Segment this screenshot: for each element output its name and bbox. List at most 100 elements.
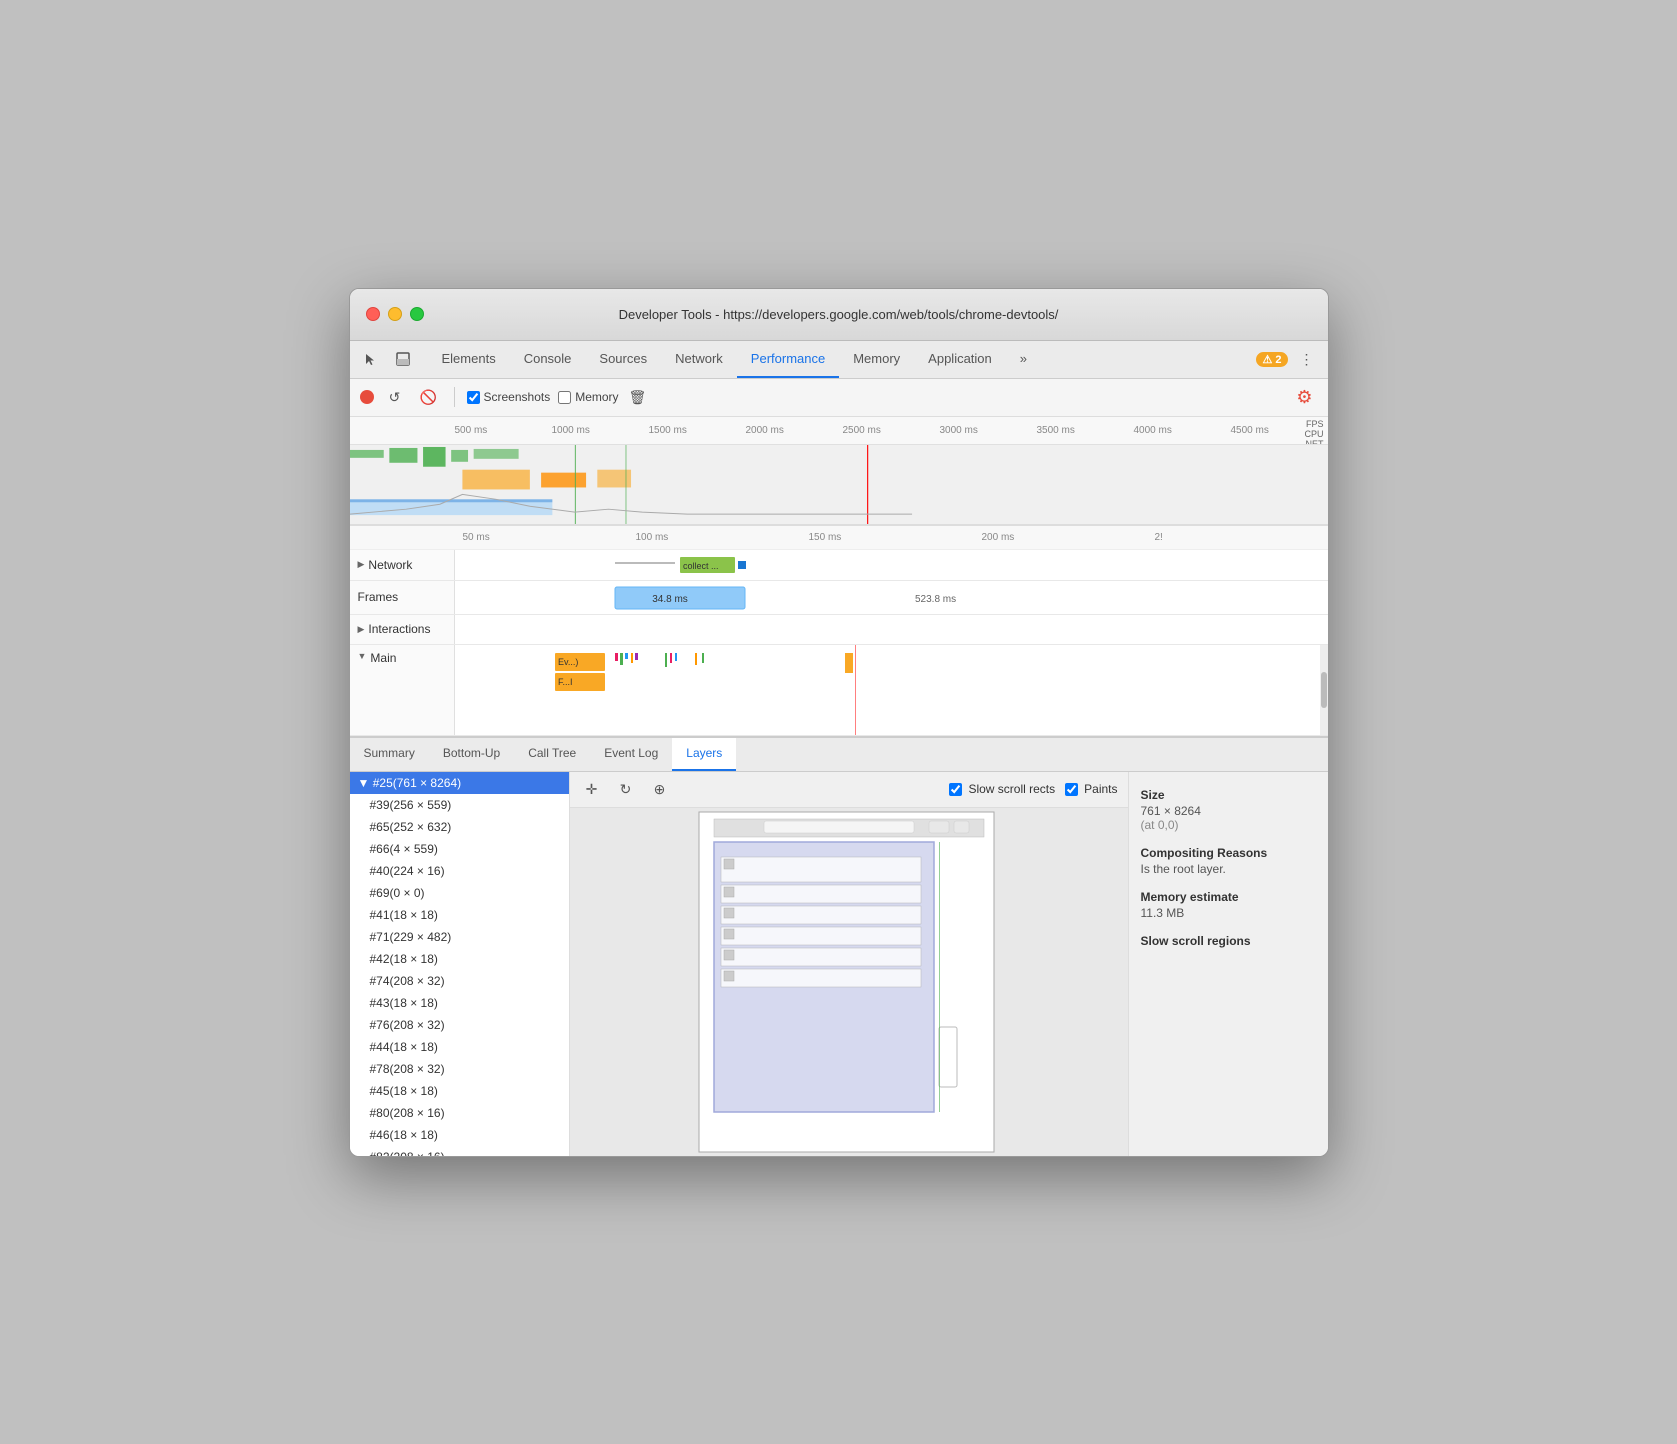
network-label: ▶ Network xyxy=(350,550,455,580)
svg-text:F...I: F...I xyxy=(558,677,573,687)
main-label: ▼ Main xyxy=(350,645,455,735)
ruler-end: 2! xyxy=(1155,532,1328,543)
more-options-icon[interactable]: ⋮ xyxy=(1294,346,1320,372)
network-track-content[interactable]: collect ... xyxy=(455,550,1328,580)
ruler-200ms: 200 ms xyxy=(982,532,1155,543)
settings-icon[interactable]: ⚙ xyxy=(1292,384,1318,410)
layer-item-71[interactable]: #71(229 × 482) xyxy=(350,926,569,948)
layer-item-40[interactable]: #40(224 × 16) xyxy=(350,860,569,882)
screenshots-checkbox[interactable] xyxy=(467,391,480,404)
tab-more[interactable]: » xyxy=(1006,341,1041,378)
memory-info: Memory estimate 11.3 MB xyxy=(1141,890,1316,920)
devtools-tab-bar: Elements Console Sources Network Perform… xyxy=(350,341,1328,379)
memory-value: 11.3 MB xyxy=(1141,906,1316,920)
tab-performance[interactable]: Performance xyxy=(737,341,839,378)
tab-bottom-up[interactable]: Bottom-Up xyxy=(429,738,514,771)
timeline-overview[interactable] xyxy=(350,445,1328,525)
screenshots-checkbox-label[interactable]: Screenshots xyxy=(467,390,551,404)
svg-text:523.8 ms: 523.8 ms xyxy=(915,594,956,605)
layers-svg xyxy=(689,808,1009,1156)
layer-item-76[interactable]: #76(208 × 32) xyxy=(350,1014,569,1036)
memory-checkbox[interactable] xyxy=(558,391,571,404)
layers-viewport: ✛ ↻ ⊕ Slow scroll rects Paints xyxy=(570,772,1128,1156)
layers-toolbar: ✛ ↻ ⊕ Slow scroll rects Paints xyxy=(570,772,1128,808)
ruler-100ms: 100 ms xyxy=(636,532,809,543)
frames-track-content[interactable]: 34.8 ms 523.8 ms xyxy=(455,581,1328,614)
frames-label: Frames xyxy=(350,581,455,614)
tab-network[interactable]: Network xyxy=(661,341,737,378)
toolbar-icons-left xyxy=(358,341,416,378)
main-arrow[interactable]: ▼ xyxy=(358,651,367,661)
memory-checkbox-label[interactable]: Memory xyxy=(558,390,618,404)
layer-item-39[interactable]: #39(256 × 559) xyxy=(350,794,569,816)
slow-scroll-label[interactable]: Slow scroll rects xyxy=(949,782,1055,796)
layer-item-42[interactable]: #42(18 × 18) xyxy=(350,948,569,970)
interactions-arrow[interactable]: ▶ xyxy=(358,624,365,635)
main-track-content[interactable]: Ev...) F...I xyxy=(455,645,1320,735)
tracks-container: 50 ms 100 ms 150 ms 200 ms 2! ▶ Network … xyxy=(350,526,1328,736)
trash-icon[interactable]: 🗑 xyxy=(629,389,647,406)
title-bar: Developer Tools - https://developers.goo… xyxy=(350,289,1328,341)
divider xyxy=(454,387,455,407)
minimize-button[interactable] xyxy=(388,307,402,321)
timeline-area: 500 ms 1000 ms 1500 ms 2000 ms 2500 ms 3… xyxy=(350,417,1328,526)
tab-application[interactable]: Application xyxy=(914,341,1006,378)
size-value: 761 × 8264 (at 0,0) xyxy=(1141,804,1316,832)
paints-label[interactable]: Paints xyxy=(1065,782,1117,796)
layer-item-46[interactable]: #46(18 × 18) xyxy=(350,1124,569,1146)
timeline-ruler: 500 ms 1000 ms 1500 ms 2000 ms 2500 ms 3… xyxy=(350,417,1328,445)
frames-track-row: Frames 34.8 ms 523.8 ms xyxy=(350,581,1328,615)
layer-item-65[interactable]: #65(252 × 632) xyxy=(350,816,569,838)
layer-item-43[interactable]: #43(18 × 18) xyxy=(350,992,569,1014)
slow-scroll-info: Slow scroll regions xyxy=(1141,934,1316,948)
slow-scroll-label: Slow scroll regions xyxy=(1141,934,1316,948)
layer-item-66[interactable]: #66(4 × 559) xyxy=(350,838,569,860)
window-title: Developer Tools - https://developers.goo… xyxy=(619,307,1059,322)
zoom-tool-button[interactable]: ⊕ xyxy=(648,777,672,801)
rotate-tool-button[interactable]: ↻ xyxy=(614,777,638,801)
bottom-tabs: Summary Bottom-Up Call Tree Event Log La… xyxy=(350,738,1328,772)
network-arrow[interactable]: ▶ xyxy=(358,559,365,570)
reload-record-button[interactable]: ↺ xyxy=(382,384,408,410)
tab-elements[interactable]: Elements xyxy=(428,341,510,378)
close-button[interactable] xyxy=(366,307,380,321)
pan-tool-button[interactable]: ✛ xyxy=(580,777,604,801)
warning-badge: ⚠ 2 xyxy=(1256,352,1287,367)
devtools-window: Developer Tools - https://developers.goo… xyxy=(349,288,1329,1157)
tab-memory[interactable]: Memory xyxy=(839,341,914,378)
layer-item-45[interactable]: #45(18 × 18) xyxy=(350,1080,569,1102)
size-label: Size xyxy=(1141,788,1316,802)
slow-scroll-checkbox[interactable] xyxy=(949,783,962,796)
svg-text:collect ...: collect ... xyxy=(683,561,719,571)
tab-console[interactable]: Console xyxy=(510,341,586,378)
layer-item-80[interactable]: #80(208 × 16) xyxy=(350,1102,569,1124)
cursor-icon[interactable] xyxy=(358,346,384,372)
layer-item-41[interactable]: #41(18 × 18) xyxy=(350,904,569,926)
interactions-track-row: ▶ Interactions xyxy=(350,615,1328,645)
paints-checkbox[interactable] xyxy=(1065,783,1078,796)
tab-layers[interactable]: Layers xyxy=(672,738,736,771)
record-button[interactable] xyxy=(360,390,374,404)
compositing-value: Is the root layer. xyxy=(1141,862,1316,876)
clear-button[interactable]: 🚫 xyxy=(416,384,442,410)
layer-item-44[interactable]: #44(18 × 18) xyxy=(350,1036,569,1058)
tab-event-log[interactable]: Event Log xyxy=(590,738,672,771)
tab-summary[interactable]: Summary xyxy=(350,738,429,771)
layer-item-25[interactable]: ▼ #25(761 × 8264) xyxy=(350,772,569,794)
interactions-content[interactable] xyxy=(455,615,1328,644)
compositing-info: Compositing Reasons Is the root layer. xyxy=(1141,846,1316,876)
memory-label: Memory estimate xyxy=(1141,890,1316,904)
main-track-row: ▼ Main Ev...) F...I xyxy=(350,645,1328,736)
layer-item-78[interactable]: #78(208 × 32) xyxy=(350,1058,569,1080)
layer-item-74[interactable]: #74(208 × 32) xyxy=(350,970,569,992)
network-track-row: ▶ Network collect ... xyxy=(350,550,1328,581)
svg-text:34.8 ms: 34.8 ms xyxy=(652,594,688,605)
dock-icon[interactable] xyxy=(390,346,416,372)
layer-item-69[interactable]: #69(0 × 0) xyxy=(350,882,569,904)
layers-tree[interactable]: ▼ #25(761 × 8264) #39(256 × 559) #65(252… xyxy=(350,772,570,1156)
layers-canvas[interactable] xyxy=(570,808,1128,1156)
tab-sources[interactable]: Sources xyxy=(585,341,661,378)
layer-item-82[interactable]: #82(208 × 16) xyxy=(350,1146,569,1156)
tab-call-tree[interactable]: Call Tree xyxy=(514,738,590,771)
maximize-button[interactable] xyxy=(410,307,424,321)
